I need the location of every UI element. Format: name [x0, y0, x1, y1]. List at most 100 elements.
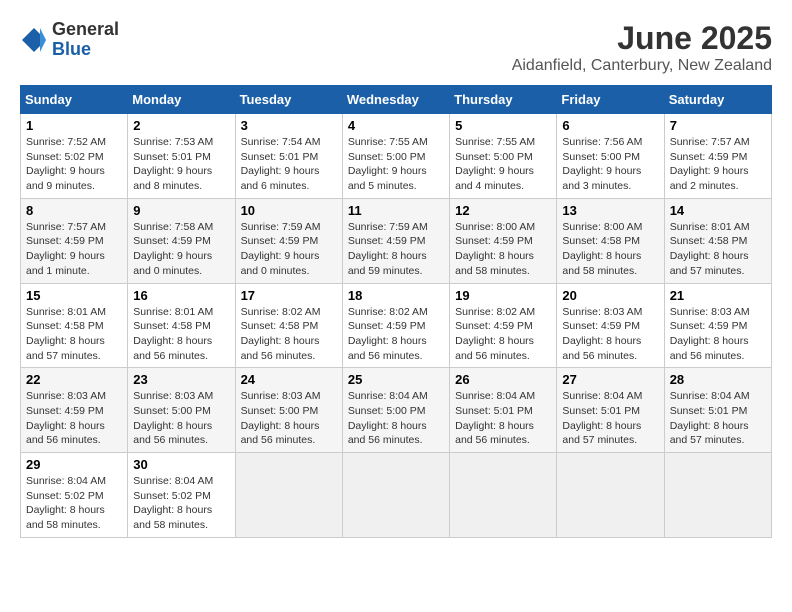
logo-blue: Blue	[52, 39, 91, 59]
day-number: 7	[670, 118, 766, 133]
logo-text: General Blue	[52, 20, 119, 60]
day-info: Sunrise: 7:57 AM Sunset: 4:59 PM Dayligh…	[26, 220, 122, 279]
day-number: 6	[562, 118, 658, 133]
day-info: Sunrise: 8:00 AM Sunset: 4:59 PM Dayligh…	[455, 220, 551, 279]
day-number: 17	[241, 288, 337, 303]
day-cell: 10 Sunrise: 7:59 AM Sunset: 4:59 PM Dayli…	[235, 198, 342, 283]
day-info: Sunrise: 7:57 AM Sunset: 4:59 PM Dayligh…	[670, 135, 766, 194]
day-info: Sunrise: 8:04 AM Sunset: 5:00 PM Dayligh…	[348, 389, 444, 448]
day-cell: 9 Sunrise: 7:58 AM Sunset: 4:59 PM Daylig…	[128, 198, 235, 283]
day-info: Sunrise: 8:02 AM Sunset: 4:59 PM Dayligh…	[455, 305, 551, 364]
day-cell: 26Sunrise: 8:04 AM Sunset: 5:01 PM Dayli…	[450, 368, 557, 453]
day-number: 11	[348, 203, 444, 218]
day-cell: 13Sunrise: 8:00 AM Sunset: 4:58 PM Dayli…	[557, 198, 664, 283]
day-cell: 3Sunrise: 7:54 AM Sunset: 5:01 PM Daylig…	[235, 114, 342, 199]
day-info: Sunrise: 7:59 AM Sunset: 4:59 PM Dayligh…	[241, 220, 337, 279]
week-row-1: 1Sunrise: 7:52 AM Sunset: 5:02 PM Daylig…	[21, 114, 772, 199]
day-cell: 21 Sunrise: 8:03 AM Sunset: 4:59 PM Dayli…	[664, 283, 771, 368]
day-number: 22	[26, 372, 122, 387]
day-info: Sunrise: 8:02 AM Sunset: 4:59 PM Dayligh…	[348, 305, 444, 364]
day-info: Sunrise: 8:04 AM Sunset: 5:02 PM Dayligh…	[26, 474, 122, 533]
day-cell	[664, 453, 771, 538]
day-info: Sunrise: 7:56 AM Sunset: 5:00 PM Dayligh…	[562, 135, 658, 194]
day-number: 21	[670, 288, 766, 303]
logo: General Blue	[20, 20, 119, 60]
day-info: Sunrise: 7:53 AM Sunset: 5:01 PM Dayligh…	[133, 135, 229, 194]
day-cell: 12 Sunrise: 8:00 AM Sunset: 4:59 PM Dayli…	[450, 198, 557, 283]
day-number: 18	[348, 288, 444, 303]
day-cell: 15 Sunrise: 8:01 AM Sunset: 4:58 PM Dayli…	[21, 283, 128, 368]
day-info: Sunrise: 8:03 AM Sunset: 4:59 PM Dayligh…	[26, 389, 122, 448]
day-info: Sunrise: 7:59 AM Sunset: 4:59 PM Dayligh…	[348, 220, 444, 279]
day-info: Sunrise: 8:01 AM Sunset: 4:58 PM Dayligh…	[133, 305, 229, 364]
day-cell: 6 Sunrise: 7:56 AM Sunset: 5:00 PM Daylig…	[557, 114, 664, 199]
day-cell	[557, 453, 664, 538]
day-cell: 22 Sunrise: 8:03 AM Sunset: 4:59 PM Dayli…	[21, 368, 128, 453]
day-info: Sunrise: 8:04 AM Sunset: 5:01 PM Dayligh…	[670, 389, 766, 448]
day-cell	[450, 453, 557, 538]
day-info: Sunrise: 7:58 AM Sunset: 4:59 PM Dayligh…	[133, 220, 229, 279]
day-cell: 27 Sunrise: 8:04 AM Sunset: 5:01 PM Dayli…	[557, 368, 664, 453]
day-info: Sunrise: 7:55 AM Sunset: 5:00 PM Dayligh…	[348, 135, 444, 194]
day-cell: 4 Sunrise: 7:55 AM Sunset: 5:00 PM Daylig…	[342, 114, 449, 199]
day-info: Sunrise: 8:01 AM Sunset: 4:58 PM Dayligh…	[26, 305, 122, 364]
day-number: 27	[562, 372, 658, 387]
week-row-4: 22 Sunrise: 8:03 AM Sunset: 4:59 PM Dayli…	[21, 368, 772, 453]
weekday-tuesday: Tuesday	[235, 86, 342, 114]
day-info: Sunrise: 8:03 AM Sunset: 5:00 PM Dayligh…	[133, 389, 229, 448]
day-number: 8	[26, 203, 122, 218]
day-info: Sunrise: 8:03 AM Sunset: 5:00 PM Dayligh…	[241, 389, 337, 448]
day-number: 9	[133, 203, 229, 218]
day-cell: 8 Sunrise: 7:57 AM Sunset: 4:59 PM Daylig…	[21, 198, 128, 283]
day-number: 5	[455, 118, 551, 133]
day-cell: 2 Sunrise: 7:53 AM Sunset: 5:01 PM Daylig…	[128, 114, 235, 199]
day-number: 14	[670, 203, 766, 218]
day-cell: 24 Sunrise: 8:03 AM Sunset: 5:00 PM Dayli…	[235, 368, 342, 453]
week-row-5: 29Sunrise: 8:04 AM Sunset: 5:02 PM Dayli…	[21, 453, 772, 538]
day-info: Sunrise: 7:55 AM Sunset: 5:00 PM Dayligh…	[455, 135, 551, 194]
day-info: Sunrise: 8:03 AM Sunset: 4:59 PM Dayligh…	[670, 305, 766, 364]
logo-general: General	[52, 19, 119, 39]
week-row-2: 8 Sunrise: 7:57 AM Sunset: 4:59 PM Daylig…	[21, 198, 772, 283]
day-cell: 16Sunrise: 8:01 AM Sunset: 4:58 PM Dayli…	[128, 283, 235, 368]
weekday-thursday: Thursday	[450, 86, 557, 114]
weekday-wednesday: Wednesday	[342, 86, 449, 114]
day-number: 20	[562, 288, 658, 303]
day-cell: 30 Sunrise: 8:04 AM Sunset: 5:02 PM Dayli…	[128, 453, 235, 538]
day-number: 30	[133, 457, 229, 472]
weekday-sunday: Sunday	[21, 86, 128, 114]
day-info: Sunrise: 8:02 AM Sunset: 4:58 PM Dayligh…	[241, 305, 337, 364]
day-number: 25	[348, 372, 444, 387]
day-number: 15	[26, 288, 122, 303]
day-info: Sunrise: 8:04 AM Sunset: 5:01 PM Dayligh…	[455, 389, 551, 448]
day-cell: 18 Sunrise: 8:02 AM Sunset: 4:59 PM Dayli…	[342, 283, 449, 368]
day-info: Sunrise: 8:04 AM Sunset: 5:01 PM Dayligh…	[562, 389, 658, 448]
day-number: 10	[241, 203, 337, 218]
day-cell: 19 Sunrise: 8:02 AM Sunset: 4:59 PM Dayli…	[450, 283, 557, 368]
day-info: Sunrise: 7:52 AM Sunset: 5:02 PM Dayligh…	[26, 135, 122, 194]
day-number: 12	[455, 203, 551, 218]
day-number: 23	[133, 372, 229, 387]
weekday-friday: Friday	[557, 86, 664, 114]
day-cell: 29Sunrise: 8:04 AM Sunset: 5:02 PM Dayli…	[21, 453, 128, 538]
day-number: 4	[348, 118, 444, 133]
day-number: 2	[133, 118, 229, 133]
day-info: Sunrise: 8:01 AM Sunset: 4:58 PM Dayligh…	[670, 220, 766, 279]
day-cell: 7 Sunrise: 7:57 AM Sunset: 4:59 PM Daylig…	[664, 114, 771, 199]
day-cell: 5 Sunrise: 7:55 AM Sunset: 5:00 PM Daylig…	[450, 114, 557, 199]
day-number: 24	[241, 372, 337, 387]
day-number: 19	[455, 288, 551, 303]
day-cell: 28Sunrise: 8:04 AM Sunset: 5:01 PM Dayli…	[664, 368, 771, 453]
day-cell	[235, 453, 342, 538]
day-cell	[342, 453, 449, 538]
day-info: Sunrise: 7:54 AM Sunset: 5:01 PM Dayligh…	[241, 135, 337, 194]
title-area: June 2025 Aidanfield, Canterbury, New Ze…	[512, 20, 772, 75]
day-cell: 25 Sunrise: 8:04 AM Sunset: 5:00 PM Dayli…	[342, 368, 449, 453]
day-cell: 14 Sunrise: 8:01 AM Sunset: 4:58 PM Dayli…	[664, 198, 771, 283]
logo-icon	[20, 26, 48, 54]
calendar-subtitle: Aidanfield, Canterbury, New Zealand	[512, 57, 772, 75]
day-info: Sunrise: 8:04 AM Sunset: 5:02 PM Dayligh…	[133, 474, 229, 533]
week-row-3: 15 Sunrise: 8:01 AM Sunset: 4:58 PM Dayli…	[21, 283, 772, 368]
header: General Blue June 2025 Aidanfield, Cante…	[20, 20, 772, 75]
day-number: 13	[562, 203, 658, 218]
